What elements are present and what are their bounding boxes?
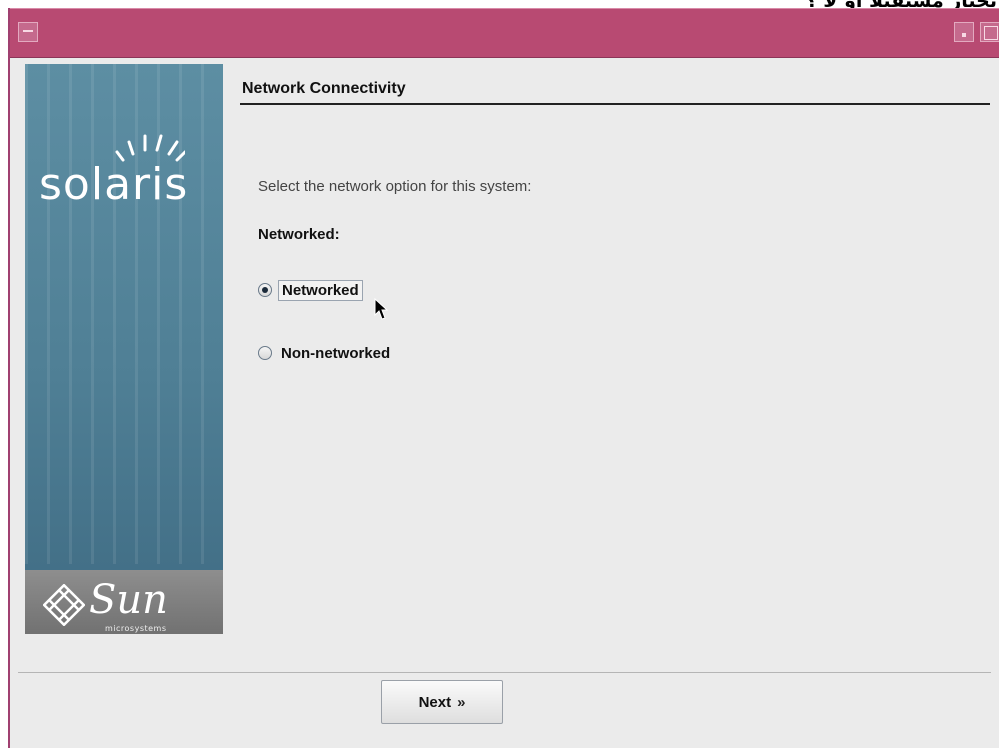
network-prompt: Select the network option for this syste… (258, 178, 532, 195)
mouse-pointer-icon (374, 298, 388, 320)
radio-option-networked[interactable]: Networked (258, 279, 363, 301)
minimize-icon (962, 33, 966, 37)
title-bar[interactable] (10, 8, 999, 58)
next-button[interactable]: Next » (381, 680, 503, 724)
radio-label-networked[interactable]: Networked (278, 279, 363, 301)
solaris-logo-text: solaris (39, 159, 189, 210)
radio-label-non-networked[interactable]: Non-networked (278, 344, 393, 363)
branding-panel: solaris Sun microsystems (25, 64, 223, 634)
networked-group-label: Networked: (258, 226, 340, 243)
minimize-button[interactable] (954, 22, 974, 42)
sun-rays-icon (115, 134, 185, 162)
window-menu-icon (23, 30, 33, 32)
next-button-label: Next (418, 693, 452, 711)
title-divider (240, 103, 990, 105)
maximize-icon (984, 26, 998, 40)
radio-button-non-networked[interactable] (258, 346, 272, 360)
footer-divider (18, 672, 991, 673)
maximize-button[interactable] (980, 22, 999, 42)
window-menu-button[interactable] (18, 22, 38, 42)
radio-option-non-networked[interactable]: Non-networked (258, 342, 393, 364)
double-chevron-right-icon: » (457, 693, 466, 711)
sun-logo-text: Sun (89, 577, 168, 623)
sun-logo-icon (43, 584, 85, 626)
radio-button-networked[interactable] (258, 283, 272, 297)
sun-logo-subtext: microsystems (105, 624, 167, 633)
page-title: Network Connectivity (242, 80, 406, 97)
sun-logo-box: Sun microsystems (25, 570, 223, 634)
